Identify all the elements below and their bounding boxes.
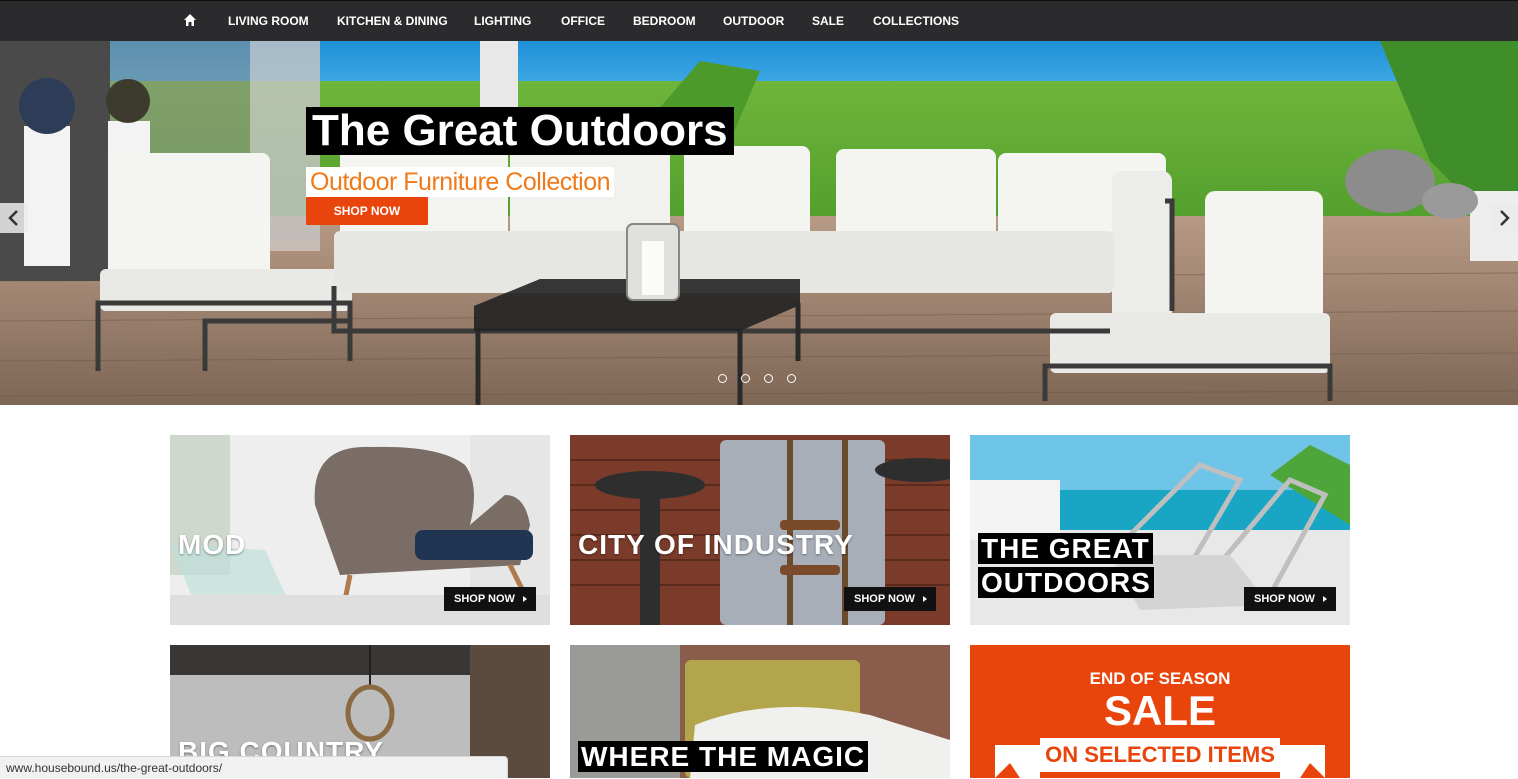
slider-prev-button[interactable] [0, 203, 28, 233]
nav-living-room[interactable]: LIVING ROOM [228, 1, 309, 41]
nav-kitchen-dining[interactable]: KITCHEN & DINING [337, 1, 448, 41]
end-of-season-sale-banner[interactable]: END OF SEASON SALE ON SELECTED ITEMS [970, 645, 1350, 778]
tile-where-the-magic-label: WHERE THE MAGIC [578, 741, 869, 772]
chevron-right-icon [1500, 210, 1510, 226]
tile-where-the-magic-label-text: WHERE THE MAGIC [578, 741, 869, 772]
browser-status-bar: www.housebound.us/the-great-outdoors/ [0, 756, 508, 778]
tile-city-of-industry-shop-now-button[interactable]: SHOP NOW [844, 587, 936, 611]
tile-city-of-industry-label: CITY OF INDUSTRY [578, 529, 854, 560]
slider-next-button[interactable] [1490, 203, 1518, 233]
caret-right-icon [923, 596, 927, 602]
slider-dot-3[interactable] [764, 374, 773, 383]
collection-tile-mod[interactable]: MOD SHOP NOW [170, 435, 550, 625]
nav-outdoor[interactable]: OUTDOOR [723, 1, 784, 41]
hero-title: The Great Outdoors [306, 107, 734, 155]
nav-office[interactable]: OFFICE [561, 1, 605, 41]
hero-slider: The Great Outdoors Outdoor Furniture Col… [0, 41, 1518, 405]
tile-mod-label: MOD [178, 529, 247, 560]
collection-tile-where-the-magic[interactable]: WHERE THE MAGIC [570, 645, 950, 778]
nav-lighting[interactable]: LIGHTING [474, 1, 531, 41]
nav-bedroom[interactable]: BEDROOM [633, 1, 696, 41]
tile-great-outdoors-label-line2: OUTDOORS [978, 567, 1154, 598]
top-navigation: LIVING ROOM KITCHEN & DINING LIGHTING OF… [0, 0, 1518, 41]
tile-great-outdoors-shop-now-button[interactable]: SHOP NOW [1244, 587, 1336, 611]
hero-image [0, 41, 1518, 405]
caret-right-icon [1323, 596, 1327, 602]
nav-collections[interactable]: COLLECTIONS [873, 1, 959, 41]
nav-sale[interactable]: SALE [812, 1, 844, 41]
shop-now-label: SHOP NOW [1254, 593, 1315, 605]
collection-tile-great-outdoors[interactable]: THE GREAT OUTDOORS SHOP NOW [970, 435, 1350, 625]
hero-shop-now-button[interactable]: SHOP NOW [306, 197, 428, 225]
hero-subtitle: Outdoor Furniture Collection [306, 167, 615, 197]
tile-mod-shop-now-button[interactable]: SHOP NOW [444, 587, 536, 611]
caret-right-icon [523, 596, 527, 602]
home-icon[interactable] [183, 13, 199, 29]
slider-dot-4[interactable] [787, 374, 796, 383]
collection-tile-city-of-industry[interactable]: CITY OF INDUSTRY SHOP NOW [570, 435, 950, 625]
tile-great-outdoors-label-line1: THE GREAT [978, 533, 1153, 564]
slider-dot-2[interactable] [741, 374, 750, 383]
slider-dot-1[interactable] [718, 374, 727, 383]
shop-now-label: SHOP NOW [454, 593, 515, 605]
sale-line3: ON SELECTED ITEMS [1040, 738, 1280, 772]
shop-now-label: SHOP NOW [854, 593, 915, 605]
tile-great-outdoors-label: THE GREAT OUTDOORS [978, 532, 1154, 600]
chevron-left-icon [8, 210, 18, 226]
